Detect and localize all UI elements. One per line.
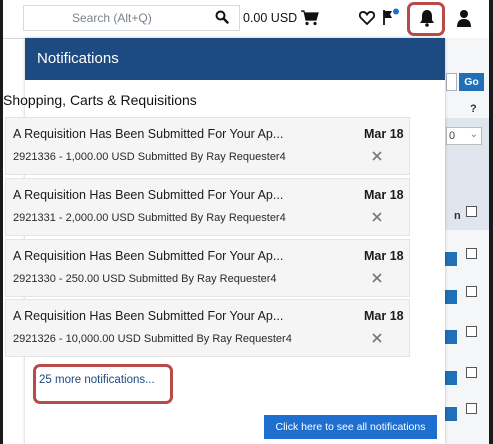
- notification-item[interactable]: A Requisition Has Been Submitted For You…: [5, 239, 410, 297]
- background-input[interactable]: [446, 73, 457, 91]
- window-frame-left: [0, 0, 3, 444]
- notification-item[interactable]: A Requisition Has Been Submitted For You…: [5, 178, 410, 236]
- notification-subtitle: 2921336 - 1,000.00 USD Submitted By Ray …: [13, 151, 286, 163]
- background-row-button[interactable]: [445, 252, 457, 266]
- heart-icon[interactable]: [359, 10, 375, 26]
- background-row-button[interactable]: [445, 407, 457, 421]
- notification-title: A Requisition Has Been Submitted For You…: [13, 188, 284, 202]
- see-all-notifications-button[interactable]: Click here to see all notifications: [264, 415, 437, 439]
- background-checkbox[interactable]: [466, 403, 477, 414]
- notification-date: Mar 18: [364, 309, 404, 323]
- background-checkbox[interactable]: [466, 367, 477, 378]
- panel-title: Notifications: [37, 50, 119, 67]
- background-checkbox[interactable]: [466, 326, 477, 337]
- background-header-row: [445, 156, 489, 230]
- notification-title: A Requisition Has Been Submitted For You…: [13, 127, 284, 141]
- notification-subtitle: 2921331 - 2,000.00 USD Submitted By Ray …: [13, 212, 286, 224]
- notification-date: Mar 18: [364, 127, 404, 141]
- bell-icon[interactable]: [419, 9, 435, 27]
- background-row-button[interactable]: [445, 371, 457, 385]
- search-input[interactable]: Search (Alt+Q): [23, 5, 240, 31]
- cart-total[interactable]: 0.00 USD: [243, 11, 297, 25]
- notification-category: Shopping, Carts & Requisitions: [3, 92, 197, 108]
- panel-header: Notifications: [25, 38, 445, 80]
- more-notifications-link[interactable]: 25 more notifications...: [39, 374, 155, 386]
- close-icon[interactable]: [371, 272, 383, 284]
- background-select[interactable]: 0 ⌄: [446, 127, 482, 145]
- user-icon[interactable]: [456, 9, 472, 27]
- close-icon[interactable]: [371, 332, 383, 344]
- notification-date: Mar 18: [364, 249, 404, 263]
- background-checkbox[interactable]: [466, 286, 477, 297]
- notification-item[interactable]: A Requisition Has Been Submitted For You…: [5, 117, 410, 175]
- notification-title: A Requisition Has Been Submitted For You…: [13, 309, 284, 323]
- background-row-button[interactable]: [445, 290, 457, 304]
- close-icon[interactable]: [371, 150, 383, 162]
- notification-title: A Requisition Has Been Submitted For You…: [13, 249, 284, 263]
- close-icon[interactable]: [371, 211, 383, 223]
- background-row-button[interactable]: [445, 330, 457, 344]
- notification-subtitle: 2921326 - 10,000.00 USD Submitted By Ray…: [13, 333, 292, 345]
- background-column-letter: n: [454, 210, 461, 222]
- background-checkbox[interactable]: [466, 248, 477, 259]
- go-button[interactable]: Go: [459, 73, 484, 91]
- notification-item[interactable]: A Requisition Has Been Submitted For You…: [5, 299, 410, 357]
- notification-subtitle: 2921330 - 250.00 USD Submitted By Ray Re…: [13, 273, 277, 285]
- flag-icon[interactable]: [382, 8, 400, 26]
- help-mark[interactable]: ?: [470, 103, 477, 115]
- notification-date: Mar 18: [364, 188, 404, 202]
- background-checkbox[interactable]: [466, 206, 477, 217]
- cart-icon[interactable]: [301, 10, 319, 26]
- search-icon[interactable]: [215, 10, 229, 24]
- chevron-down-icon: ⌄: [469, 129, 478, 140]
- background-select-value: 0: [449, 130, 456, 142]
- window-frame-right: [489, 0, 493, 444]
- top-bar: Search (Alt+Q) 0.00 USD: [3, 0, 489, 39]
- search-placeholder: Search (Alt+Q): [72, 11, 152, 25]
